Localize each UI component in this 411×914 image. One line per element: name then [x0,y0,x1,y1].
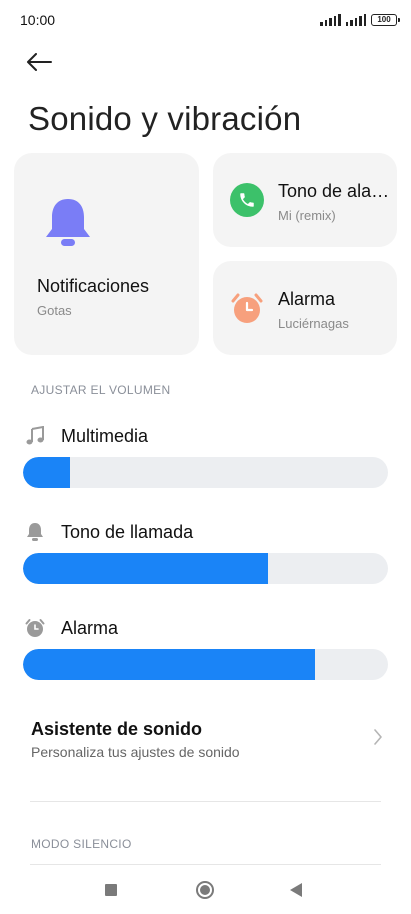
ringtone-subtitle: Mi (remix) [278,208,336,223]
signal-icon [320,14,341,26]
home-button[interactable] [193,880,217,900]
notifications-title: Notificaciones [37,276,150,296]
silent-mode-section-header: MODO SILENCIO [31,837,132,851]
circle-icon [196,881,214,899]
back-button[interactable] [26,46,62,78]
notifications-card[interactable]: Notificaciones Gotas [14,153,199,355]
signal-icon [345,14,366,26]
bell-icon [42,195,94,256]
alarm-card[interactable]: Alarma Luciérnagas [213,261,397,355]
volume-label: Alarma [61,618,119,638]
battery-icon: 100 [371,14,400,26]
sound-assistant-subtitle: Personaliza tus ajustes de sonido [31,744,240,760]
volume-slider-fill [23,649,315,680]
page-title: Sonido y vibración [28,100,302,137]
square-icon [105,884,117,896]
triangle-back-icon [290,883,302,897]
status-bar: 10:00 100 [0,0,411,42]
sound-assistant-item[interactable]: Asistente de sonido Personaliza tus ajus… [0,708,411,774]
volume-slider[interactable] [23,649,388,680]
music-note-icon [24,425,46,447]
navigation-bar [0,866,411,914]
recents-button[interactable] [99,880,123,900]
volume-slider-fill [23,553,268,584]
alarm-clock-icon [24,617,46,639]
back-nav-button[interactable] [284,880,308,900]
ringtone-title: Tono de alarma [278,181,394,201]
volume-section-header: AJUSTAR EL VOLUMEN [31,383,171,397]
alarm-title: Alarma [278,289,336,309]
sound-assistant-title: Asistente de sonido [31,719,203,739]
status-time: 10:00 [20,12,56,28]
notifications-subtitle: Gotas [37,303,72,318]
status-icons: 100 [320,14,400,26]
volume-slider-fill [23,457,71,488]
divider [30,864,381,865]
arrow-left-icon [27,53,52,71]
volume-slider[interactable] [23,553,388,584]
phone-icon [230,183,264,217]
alarm-clock-icon [230,291,264,325]
alarm-subtitle: Luciérnagas [278,316,349,331]
ringtone-card[interactable]: Tono de alarma Mi (remix) [213,153,397,247]
volume-slider[interactable] [23,457,388,488]
volume-label: Multimedia [61,426,149,446]
divider [30,801,381,802]
volume-label: Tono de llamada [61,522,194,542]
bell-icon [24,521,46,543]
chevron-right-icon [373,728,383,751]
